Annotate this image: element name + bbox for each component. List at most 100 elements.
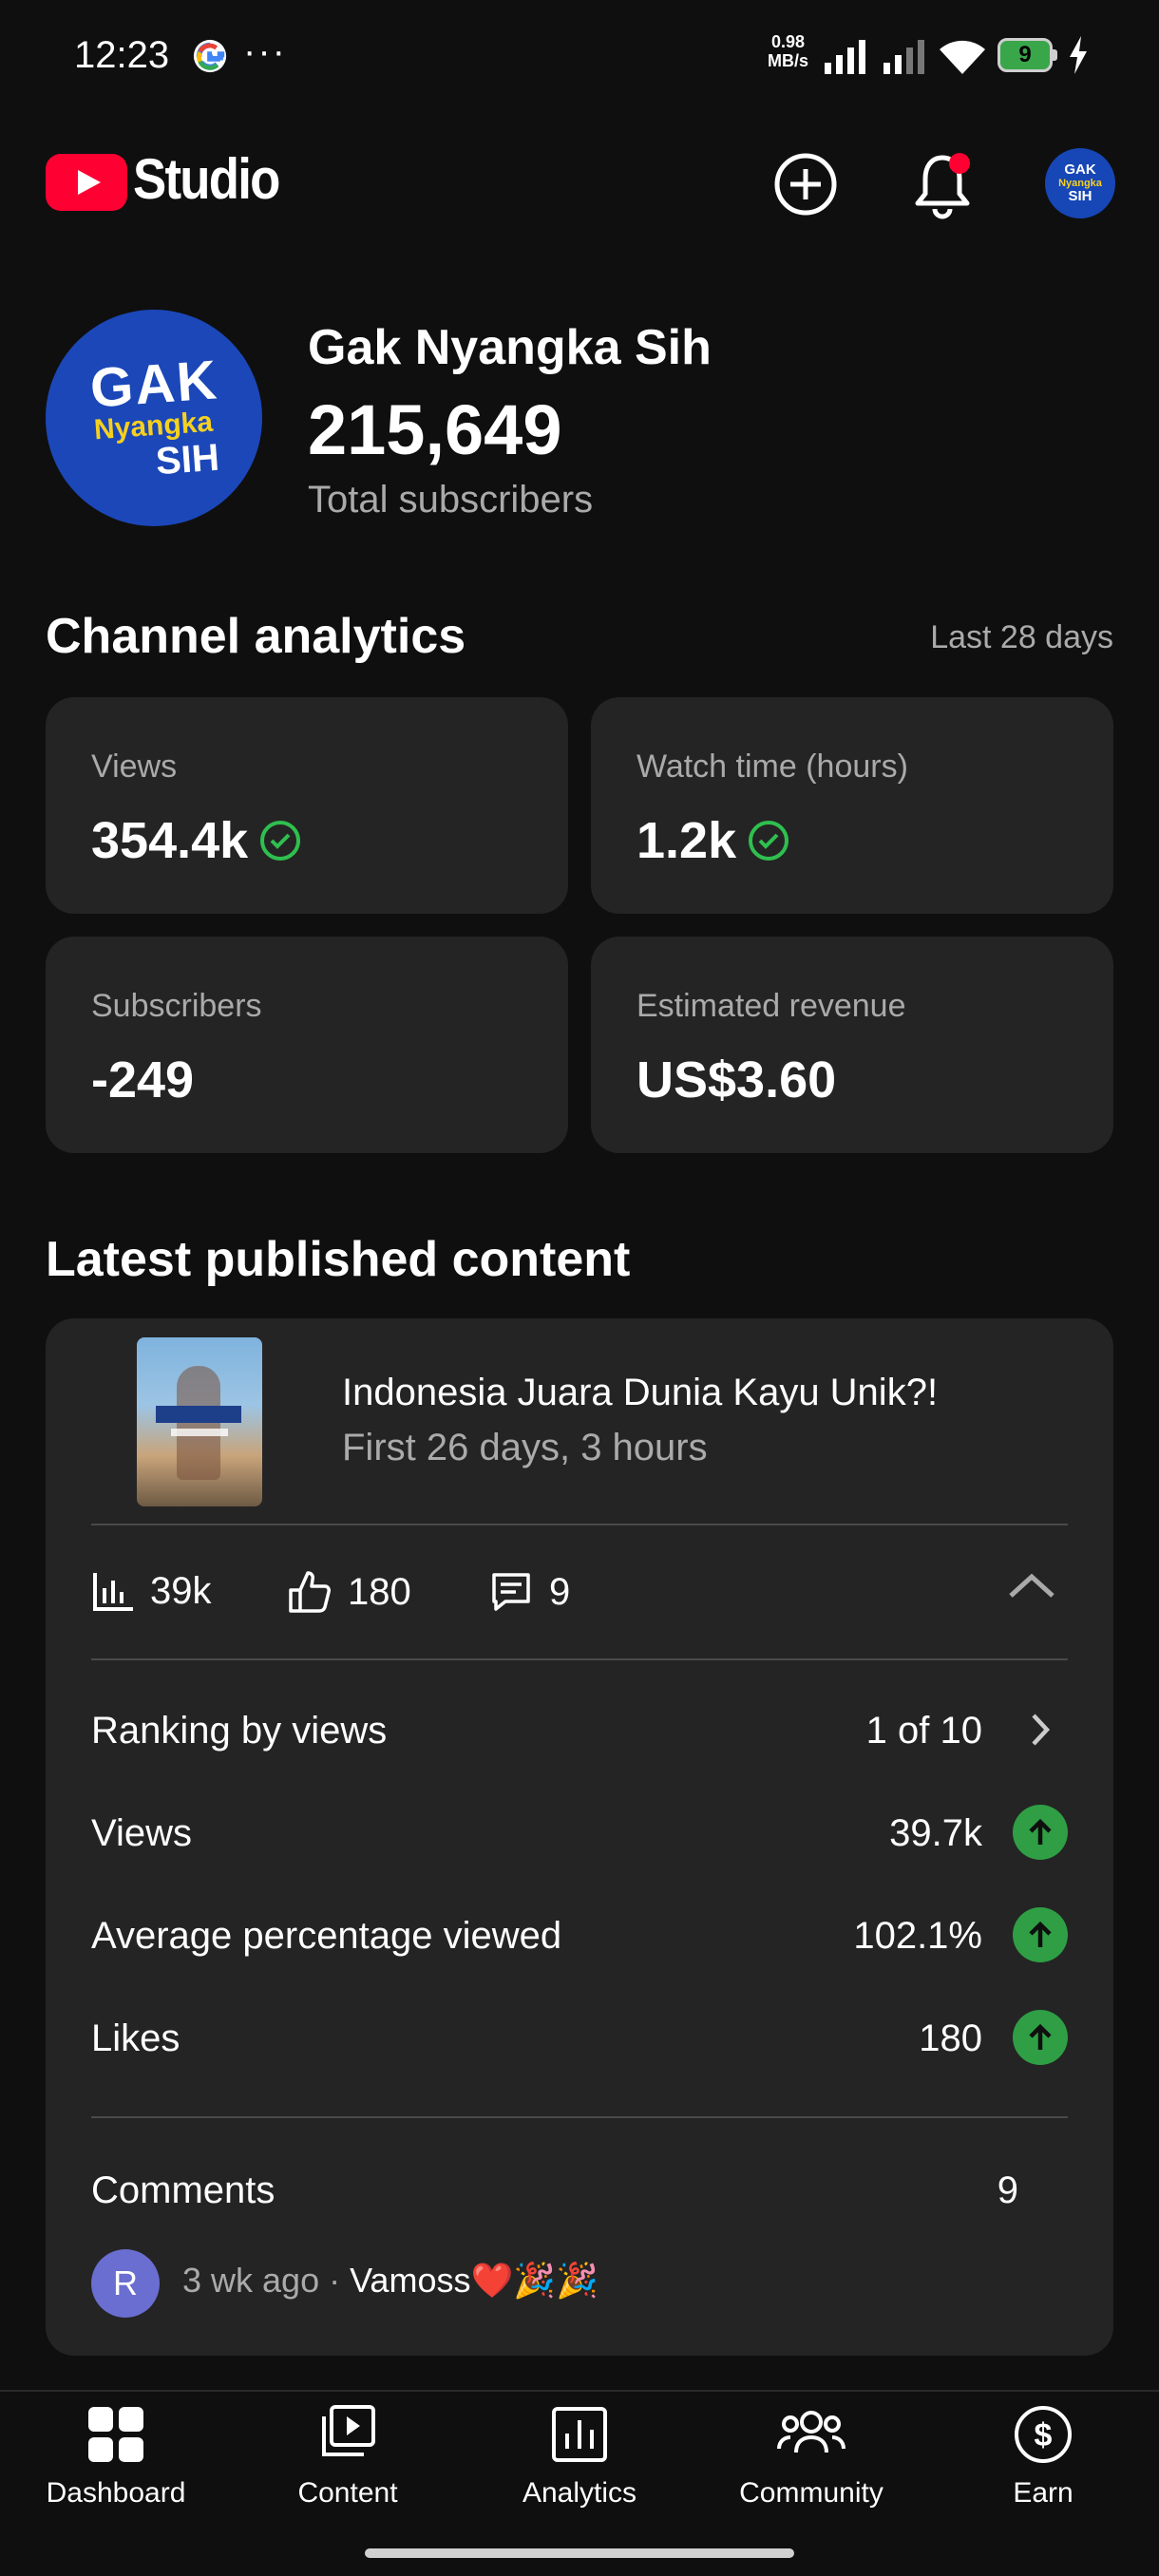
app-title: Studio [133,147,280,211]
more-notifications-icon: ··· [243,30,287,72]
video-period: First 26 days, 3 hours [342,1427,708,1468]
views-row: Views 39.7k [91,1805,1068,1862]
likes-row: Likes 180 [91,2010,1068,2067]
chevron-up-icon[interactable] [1005,1567,1058,1605]
dollar-circle-icon: $ [1015,2406,1072,2463]
mini-likes-value: 180 [348,1570,411,1613]
avg-percentage-value: 102.1% [853,1915,982,1957]
nav-earn-label: Earn [1013,2477,1074,2509]
divider [91,1658,1068,1660]
nav-analytics-label: Analytics [522,2477,637,2509]
home-indicator[interactable] [365,2548,794,2558]
nav-community[interactable]: Community [695,2403,927,2527]
latest-content-title: Latest published content [46,1232,631,1287]
likes-row-label: Likes [91,2017,180,2059]
wifi-icon [940,40,985,74]
revenue-label: Estimated revenue [636,988,906,1024]
comment-text: Vamoss❤️🎉🎉 [350,2261,598,2300]
likes-row-value: 180 [919,2017,982,2059]
check-circle-icon [260,821,301,861]
watch-time-card[interactable]: Watch time (hours) 1.2k [591,697,1113,914]
comment-age: 3 wk ago · [182,2261,351,2300]
avg-percentage-label: Average percentage viewed [91,1915,562,1957]
ranking-value: 1 of 10 [865,1710,982,1752]
divider [91,2116,1068,2118]
video-thumbnail[interactable] [137,1337,262,1506]
video-title[interactable]: Indonesia Juara Dunia Kayu Unik?! [342,1372,938,1414]
add-circle-icon [774,153,837,216]
check-circle-icon [749,821,789,861]
arrow-up-icon [1013,2010,1068,2065]
latest-content-card: Indonesia Juara Dunia Kayu Unik?! First … [46,1318,1113,2356]
nav-content[interactable]: Content [232,2403,464,2527]
channel-analytics-title: Channel analytics [46,609,466,664]
mini-likes: 180 [287,1569,411,1615]
svg-text:$: $ [1035,2417,1053,2453]
bell-icon [915,153,970,219]
notifications-button[interactable] [904,146,980,222]
battery-icon: 9 [998,38,1057,72]
avatar-text-line3: SIH [1068,188,1092,204]
revenue-card[interactable]: Estimated revenue US$3.60 [591,937,1113,1153]
status-bar: 12:23 ··· 0.98 MB/s 9 [0,28,1159,85]
nav-analytics[interactable]: Analytics [464,2403,695,2527]
arrow-up-icon [1013,1907,1068,1962]
subscribers-value: -249 [91,1051,195,1108]
views-card[interactable]: Views 354.4k [46,697,568,914]
status-time: 12:23 [74,34,170,76]
chevron-right-icon [1032,1714,1051,1746]
content-icon [322,2405,375,2456]
nav-community-label: Community [739,2477,884,2509]
arrow-up-icon [1013,1805,1068,1860]
ranking-label: Ranking by views [91,1710,388,1752]
comment-icon [492,1573,530,1611]
net-speed-value: 0.98 [770,32,806,51]
views-label: Views [91,748,178,785]
comments-row-value: 9 [997,2169,1018,2211]
subscribers-card[interactable]: Subscribers -249 [46,937,568,1153]
channel-avatar: GAK Nyangka SIH [46,310,262,526]
divider [91,1524,1068,1525]
avatar-text-line1: GAK [1064,161,1096,178]
comments-row-label: Comments [91,2169,276,2211]
analytics-period: Last 28 days [930,619,1113,655]
signal-secondary-icon [884,40,924,74]
views-row-value: 39.7k [889,1812,982,1854]
net-speed-unit: MB/s [768,51,809,70]
signal-icon [825,40,865,74]
watch-time-value: 1.2k [636,812,737,869]
mini-comments-value: 9 [549,1570,571,1613]
mini-views-value: 39k [150,1569,212,1612]
battery-level: 9 [1018,42,1032,67]
commenter-avatar: R [91,2249,160,2318]
community-icon [777,2411,846,2453]
mini-comments: 9 [488,1569,570,1615]
subscriber-count: 215,649 [308,390,562,469]
revenue-value: US$3.60 [636,1051,837,1108]
youtube-logo-icon [46,154,127,211]
charging-icon [1070,36,1087,74]
bottom-nav-divider [0,2390,1159,2392]
thumbs-up-icon [289,1571,331,1613]
nav-earn[interactable]: $ Earn [927,2403,1159,2527]
account-avatar[interactable]: GAK Nyangka SIH [1045,148,1115,218]
bar-chart-icon [93,1573,133,1611]
ranking-row[interactable]: Ranking by views 1 of 10 [91,1702,1068,1759]
subscribers-label: Subscribers [91,988,262,1024]
nav-dashboard-label: Dashboard [46,2477,186,2509]
views-value: 354.4k [91,812,249,869]
create-button[interactable] [768,146,844,222]
subscriber-label: Total subscribers [308,479,594,521]
google-icon [193,39,227,73]
nav-dashboard[interactable]: Dashboard [0,2403,232,2527]
nav-content-label: Content [297,2477,398,2509]
watch-time-label: Watch time (hours) [636,748,908,785]
views-row-label: Views [91,1812,192,1854]
analytics-icon [552,2407,607,2462]
net-speed: 0.98 MB/s [768,32,808,70]
latest-comment[interactable]: 3 wk ago · Vamoss❤️🎉🎉 [182,2261,598,2301]
channel-avatar-line3: SIH [154,436,220,483]
dashboard-icon [88,2407,143,2462]
comments-row[interactable]: Comments 9 [91,2162,1068,2219]
channel-name: Gak Nyangka Sih [308,320,712,375]
